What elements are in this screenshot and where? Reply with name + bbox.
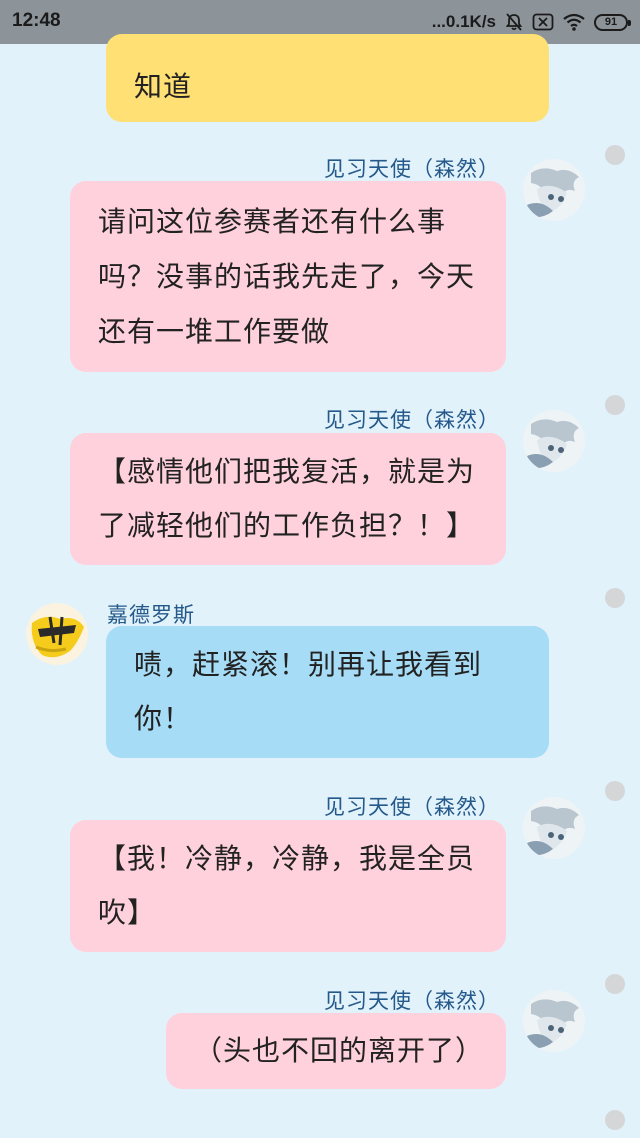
status-time: 12:48	[12, 10, 61, 31]
battery-icon: 91	[594, 13, 631, 31]
message-select-dot[interactable]	[605, 1110, 625, 1130]
message-bubble[interactable]: 请问这位参赛者还有什么事吗？没事的话我先走了，今天还有一堆工作要做	[70, 181, 506, 372]
sender-name: 见习天使（森然）	[324, 408, 500, 432]
avatar-angel[interactable]	[523, 159, 585, 221]
message-text: 【感情他们把我复活，就是为了减轻他们的工作负担？！】	[98, 455, 476, 542]
avatar-angel[interactable]	[523, 410, 585, 472]
avatar-angel[interactable]	[523, 797, 585, 859]
message-select-dot[interactable]	[605, 395, 625, 415]
message-text: 【我！冷静，冷静，我是全员吹】	[98, 842, 476, 929]
message-select-dot[interactable]	[605, 781, 625, 801]
network-speed: ...0.1K/s	[431, 12, 496, 31]
message-bubble[interactable]: 知道	[106, 34, 549, 122]
message-bubble[interactable]: （头也不回的离开了）	[166, 1013, 506, 1089]
mute-bell-icon	[504, 12, 524, 32]
sender-name: 嘉德罗斯	[107, 603, 195, 627]
message-text: 请问这位参赛者还有什么事吗？没事的话我先走了，今天还有一堆工作要做	[98, 205, 476, 348]
sim-card-off-icon	[532, 13, 554, 31]
avatar-angel[interactable]	[523, 990, 585, 1052]
message-select-dot[interactable]	[605, 588, 625, 608]
message-bubble[interactable]: 啧，赶紧滚！别再让我看到你！	[106, 626, 549, 758]
message-select-dot[interactable]	[605, 974, 625, 994]
message-bubble[interactable]: 【我！冷静，冷静，我是全员吹】	[70, 820, 506, 952]
status-indicators: ...0.1K/s 91	[431, 10, 631, 34]
message-text: 啧，赶紧滚！别再让我看到你！	[134, 648, 483, 735]
message-select-dot[interactable]	[605, 145, 625, 165]
message-bubble[interactable]: 【感情他们把我复活，就是为了减轻他们的工作负担？！】	[70, 433, 506, 565]
message-text: 知道	[134, 70, 193, 103]
wifi-icon	[562, 12, 586, 32]
sender-name: 见习天使（森然）	[324, 989, 500, 1013]
sender-name: 见习天使（森然）	[324, 795, 500, 819]
message-text: （头也不回的离开了）	[194, 1034, 485, 1067]
sender-name: 见习天使（森然）	[324, 157, 500, 181]
avatar-jiadeluosi[interactable]	[26, 603, 88, 665]
